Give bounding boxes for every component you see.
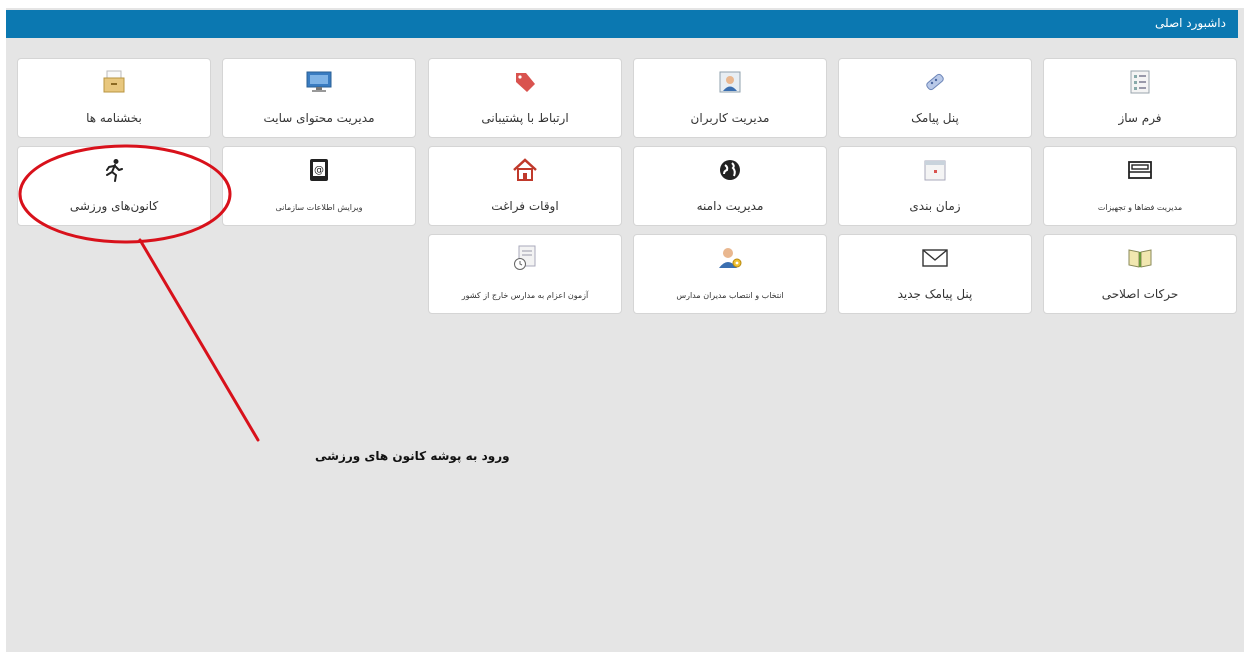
tile-corrective-actions[interactable]: حرکات اصلاحی [1043,234,1237,314]
tile-label: ویرایش اطلاعات سازمانی [275,203,363,212]
tile-leisure-time[interactable]: اوقات فراغت [428,146,622,226]
tile-scheduling[interactable]: زمان بندی [838,146,1032,226]
tile-label: ارتباط با پشتیبانی [481,111,569,125]
open-book-icon [1125,243,1155,273]
globe-icon [715,155,745,185]
tile-form-builder[interactable]: فرم ساز [1043,58,1237,138]
tile-label: آزمون اعزام به مدارس خارج از کشور [461,291,589,300]
tile-label: زمان بندی [909,199,961,213]
running-person-icon [99,155,129,185]
tile-user-management[interactable]: مدیریت کاربران [633,58,827,138]
tile-label: حرکات اصلاحی [1101,287,1179,301]
svg-text:@: @ [314,165,324,176]
calendar-icon [920,155,950,185]
tile-circulars[interactable]: بخشنامه ها [17,58,211,138]
tile-label: مدیریت محتوای سایت [263,111,375,125]
tile-label: پنل پیامک [911,111,959,125]
tile-label: بخشنامه ها [86,111,142,125]
form-list-icon [1125,67,1155,97]
tile-abroad-exam[interactable]: آزمون اعزام به مدارس خارج از کشور [428,234,622,314]
tile-label: مدیریت فضاها و تجهیزات [1097,203,1183,212]
bed-icon [1125,155,1155,185]
home-icon [510,155,540,185]
user-gear-icon [715,243,745,273]
tile-label: پنل پیامک جدید [897,287,973,301]
tile-label: مدیریت دامنه [696,199,764,213]
tile-site-content[interactable]: مدیریت محتوای سایت [222,58,416,138]
tile-label: مدیریت کاربران [690,111,770,125]
user-card-icon [715,67,745,97]
tile-domain-management[interactable]: مدیریت دامنه [633,146,827,226]
tile-support[interactable]: ارتباط با پشتیبانی [428,58,622,138]
page-title: داشبورد اصلی [1154,16,1226,30]
tile-org-info[interactable]: @ ویرایش اطلاعات سازمانی [222,146,416,226]
tile-sports-clubs[interactable]: کانون‌های ورزشی [17,146,211,226]
tile-sms-panel[interactable]: پنل پیامک [838,58,1032,138]
tile-manager-appointment[interactable]: انتخاب و انتصاب مدیران مدارس [633,234,827,314]
tag-icon [510,67,540,97]
monitor-icon [304,67,334,97]
tile-label: اوقات فراغت [491,199,559,213]
tile-label: فرم ساز [1118,111,1162,125]
clock-document-icon [510,243,540,273]
annotation-text: ورود به پوشه کانون های ورزشی [315,449,510,463]
address-book-icon: @ [304,155,334,185]
archive-drawer-icon [99,67,129,97]
pill-icon [920,67,950,97]
tile-spaces-equipment[interactable]: مدیریت فضاها و تجهیزات [1043,146,1237,226]
header-bar: داشبورد اصلی [6,10,1238,38]
tile-new-sms-panel[interactable]: پنل پیامک جدید [838,234,1032,314]
tile-label: کانون‌های ورزشی [69,199,159,213]
envelope-icon [920,243,950,273]
tile-label: انتخاب و انتصاب مدیران مدارس [676,291,784,300]
